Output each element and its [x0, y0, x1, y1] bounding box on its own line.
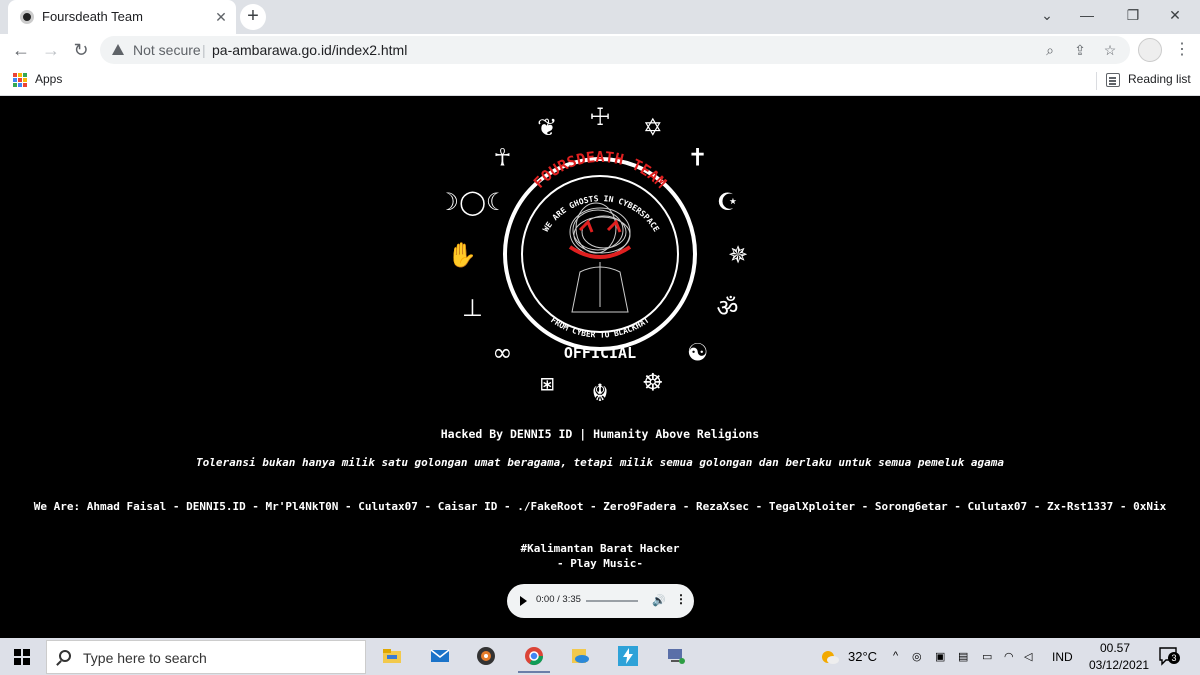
favicon-icon	[20, 10, 34, 24]
reading-list-button[interactable]: Reading list	[1128, 72, 1191, 86]
zoom-icon[interactable]: ⌕	[1040, 40, 1060, 60]
religious-symbol: ✝	[688, 143, 708, 171]
volume-icon[interactable]: 🔊	[652, 594, 666, 607]
tray-security-icon[interactable]: ▤	[958, 650, 968, 663]
logo-tagline: FROM CYBER TO BLACKHAT	[549, 315, 651, 339]
logo-official: OFFICIAL	[564, 344, 636, 362]
input-language[interactable]: IND	[1052, 650, 1073, 664]
battery-icon[interactable]: ▭	[982, 650, 992, 663]
reload-button[interactable]: ↻	[68, 37, 94, 63]
taskbar-mail[interactable]	[420, 641, 460, 673]
religious-symbol: ☩	[589, 103, 611, 131]
back-button[interactable]: ←	[8, 37, 34, 63]
monitor-icon	[668, 649, 685, 664]
clock-date[interactable]: 03/12/2021	[1089, 658, 1149, 672]
folder-icon	[383, 649, 401, 663]
new-tab-button[interactable]: +	[240, 4, 266, 30]
religious-symbol: ❦	[537, 114, 557, 142]
religious-symbol: ✡	[643, 114, 663, 142]
url-separator: |	[202, 42, 206, 58]
foursdeath-logo: FOURSDEATH TEAM WE ARE GHOSTS IN CYBERSP…	[438, 103, 749, 407]
religious-symbol: ॐ	[717, 294, 739, 322]
audio-more-icon[interactable]: ⋮	[675, 592, 687, 606]
religious-symbol: ☽◯☾	[438, 188, 508, 216]
notification-center-icon[interactable]: 3	[1158, 646, 1180, 666]
religious-symbol: ☯	[687, 339, 709, 367]
hacked-by-heading: Hacked By DENNI5 ID | Humanity Above Rel…	[440, 427, 760, 441]
logo-eye-right	[606, 219, 622, 233]
notification-count-badge: 3	[1168, 652, 1180, 664]
chrome-menu-icon[interactable]: ⋮	[1172, 38, 1192, 62]
taskbar-power-automate[interactable]	[608, 641, 648, 673]
media-disc-icon	[477, 647, 495, 665]
religious-symbol: ⧆	[540, 369, 555, 397]
speaker-icon[interactable]: ◁	[1024, 650, 1032, 663]
lightning-icon	[618, 646, 638, 666]
taskbar-file-explorer[interactable]	[372, 641, 412, 673]
chrome-icon	[525, 647, 543, 666]
weather-temperature[interactable]: 32°C	[848, 649, 877, 664]
reading-list-icon[interactable]	[1106, 73, 1120, 87]
search-placeholder: Type here to search	[83, 650, 207, 666]
url-text[interactable]: pa-ambarawa.go.id/index2.html	[212, 42, 407, 58]
address-bar[interactable]: Not secure | pa-ambarawa.go.id/index2.ht…	[100, 36, 1130, 64]
tray-app-icon[interactable]: ◎	[912, 650, 922, 663]
windows-start-icon[interactable]	[14, 649, 30, 665]
defaced-page: FOURSDEATH TEAM WE ARE GHOSTS IN CYBERSP…	[0, 97, 1200, 638]
search-icon	[59, 650, 71, 662]
tray-chevron-icon[interactable]: ^	[893, 650, 898, 662]
share-icon[interactable]: ⇪	[1070, 40, 1090, 60]
audio-progress-track[interactable]	[586, 600, 638, 602]
taskbar-search-box[interactable]: Type here to search	[46, 640, 366, 674]
audio-player: 0:00 / 3:35 🔊 ⋮	[507, 584, 694, 618]
tab-search-chevron-icon[interactable]: ⌄	[1032, 4, 1062, 26]
region-tag: #Kalimantan Barat Hacker	[520, 542, 680, 555]
browser-toolbar: ← → ↻ Not secure | pa-ambarawa.go.id/ind…	[0, 34, 1200, 66]
play-icon[interactable]	[520, 596, 527, 606]
tray-monitor-icon[interactable]: ▣	[935, 650, 945, 663]
logo-motto: WE ARE GHOSTS IN CYBERSPACE	[541, 194, 661, 233]
taskbar-chrome[interactable]	[514, 641, 554, 673]
windows-taskbar: Type here to search 32°C ^ ◎ ▣ ▤ ▭ ◠ ◁ I…	[0, 638, 1200, 675]
religious-symbol: ⊥	[462, 294, 483, 322]
clock-time[interactable]: 00.57	[1100, 641, 1130, 655]
apps-shortcut[interactable]: Apps	[35, 72, 62, 86]
profile-avatar[interactable]	[1138, 38, 1162, 62]
religious-symbol: ☬	[591, 379, 608, 407]
close-window-button[interactable]: ✕	[1160, 4, 1190, 26]
weather-sun-icon[interactable]	[820, 647, 840, 667]
taskbar-media-app[interactable]	[466, 641, 506, 673]
logo-team-name: FOURSDEATH TEAM	[530, 148, 670, 192]
play-music-label: - Play Music-	[556, 557, 644, 570]
taskbar-network-app[interactable]	[656, 641, 696, 673]
religious-symbol: ☪	[717, 188, 739, 216]
taskbar-onedrive[interactable]	[560, 641, 600, 673]
religious-symbol: ✋	[447, 241, 477, 269]
tab-strip: Foursdeath Team ✕ + ⌄ — ❐ ✕	[0, 0, 1200, 34]
bookmarks-bar: Apps Reading list	[0, 66, 1200, 96]
bookmarks-divider	[1096, 72, 1097, 90]
religious-symbol: ✵	[728, 241, 748, 269]
religious-symbol: ☸	[642, 369, 664, 397]
tab-foursdeath[interactable]: Foursdeath Team ✕	[8, 0, 236, 34]
tolerance-message: Toleransi bukan hanya milik satu golonga…	[196, 456, 1004, 469]
members-list: We Are: Ahmad Faisal - DENNI5.ID - Mr'Pl…	[33, 500, 1167, 513]
bookmark-star-icon[interactable]: ☆	[1100, 40, 1120, 60]
close-tab-icon[interactable]: ✕	[212, 8, 230, 26]
warning-icon[interactable]	[112, 44, 124, 55]
audio-time: 0:00 / 3:35	[536, 594, 581, 605]
wifi-icon[interactable]: ◠	[1004, 650, 1014, 663]
tab-title: Foursdeath Team	[42, 9, 143, 24]
forward-button[interactable]: →	[38, 37, 64, 63]
minimize-button[interactable]: —	[1072, 4, 1102, 26]
security-indicator[interactable]: Not secure	[133, 42, 201, 58]
religious-symbol: ∞	[492, 339, 512, 367]
restore-button[interactable]: ❐	[1118, 4, 1148, 26]
religious-symbol: ☥	[493, 143, 511, 171]
apps-grid-icon[interactable]	[13, 73, 27, 87]
mail-icon	[430, 649, 450, 662]
outer-ring	[503, 157, 697, 351]
photos-icon	[572, 649, 589, 663]
